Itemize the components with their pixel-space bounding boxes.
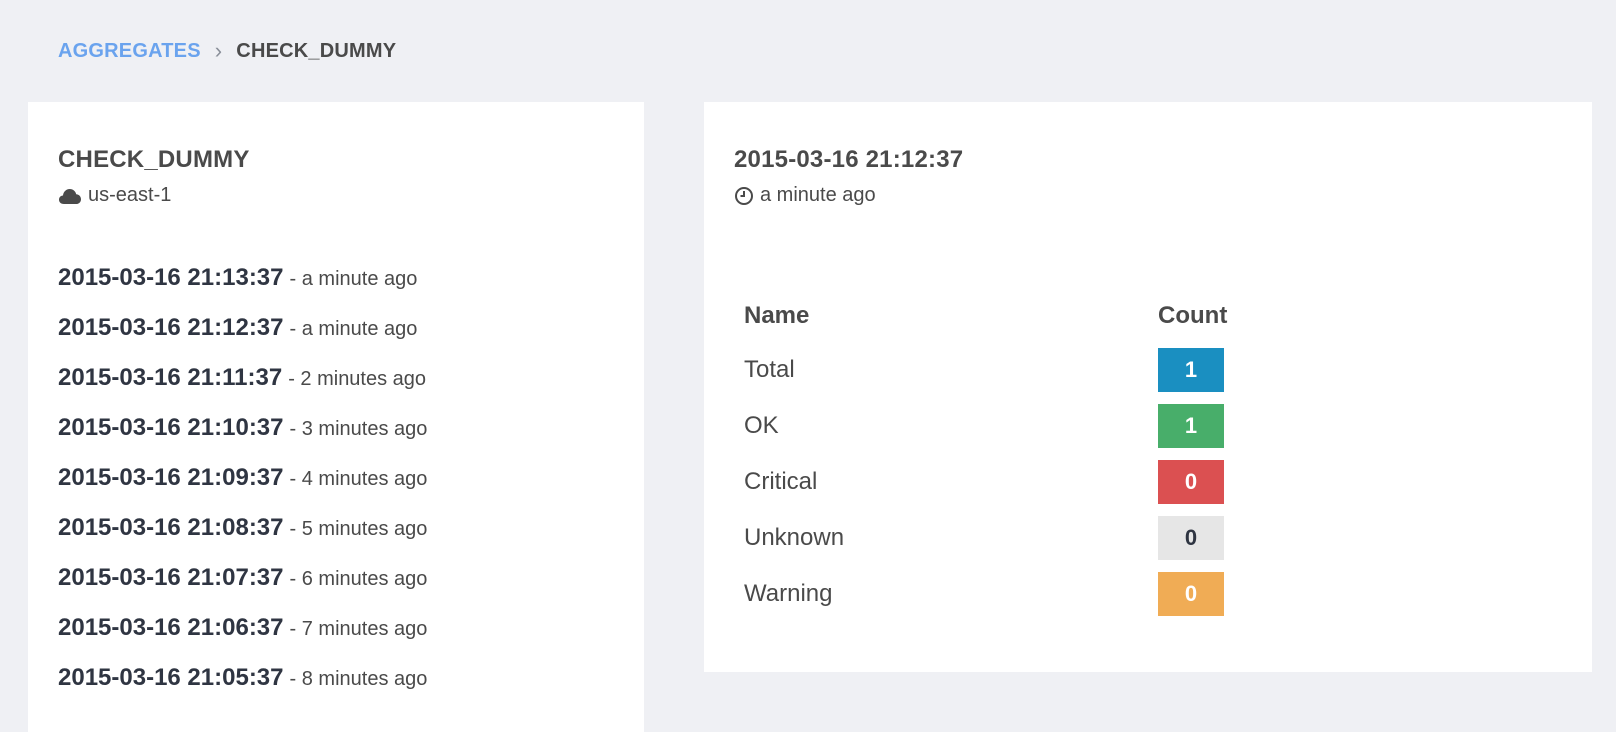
history-timestamp: 2015-03-16 21:12:37 (58, 314, 284, 341)
table-header-row: Name Count (744, 290, 1227, 342)
row-name: Unknown (744, 524, 845, 551)
aggregate-detail-panel: 2015-03-16 21:12:37 a minute ago Name Co… (704, 102, 1592, 672)
history-ago: - 7 minutes ago (289, 618, 428, 640)
history-ago: - 4 minutes ago (289, 468, 428, 490)
row-name: Warning (744, 580, 833, 607)
table-row: Critical 0 (744, 454, 1227, 510)
history-timestamp: 2015-03-16 21:09:37 (58, 464, 284, 491)
history-timestamp: 2015-03-16 21:11:37 (58, 364, 283, 391)
detail-timestamp: 2015-03-16 21:12:37 (734, 146, 964, 173)
history-item[interactable]: 2015-03-16 21:08:37- 5 minutes ago (58, 514, 427, 564)
table-row: Warning 0 (744, 566, 1227, 622)
row-name: OK (744, 412, 779, 439)
table-row: Unknown 0 (744, 510, 1227, 566)
row-name: Critical (744, 468, 818, 495)
column-header-count: Count (1158, 302, 1228, 329)
cloud-icon (58, 187, 82, 205)
breadcrumb-current: CHECK_DUMMY (236, 39, 397, 62)
column-header-name: Name (744, 302, 810, 329)
history-ago: - a minute ago (289, 268, 418, 290)
history-item[interactable]: 2015-03-16 21:07:37- 6 minutes ago (58, 564, 427, 614)
history-ago: - 5 minutes ago (289, 518, 428, 540)
detail-ago-label: a minute ago (760, 184, 876, 206)
history-timestamp: 2015-03-16 21:08:37 (58, 514, 284, 541)
check-history-panel: CHECK_DUMMY us-east-1 2015-03-16 21:13:3… (28, 102, 644, 732)
history-timestamp: 2015-03-16 21:10:37 (58, 414, 284, 441)
check-title: CHECK_DUMMY (58, 146, 250, 173)
count-badge: 0 (1158, 516, 1224, 560)
region-label: us-east-1 (88, 184, 172, 206)
status-count-table: Name Count Total 1 OK 1 Critical 0 Unkno… (744, 290, 1227, 622)
history-timestamp: 2015-03-16 21:06:37 (58, 614, 284, 641)
table-row: Total 1 (744, 342, 1227, 398)
history-timestamp: 2015-03-16 21:05:37 (58, 664, 284, 691)
history-list: 2015-03-16 21:13:37- a minute ago 2015-0… (58, 264, 427, 714)
clock-icon (734, 186, 754, 206)
breadcrumb-link-aggregates[interactable]: AGGREGATES (58, 40, 201, 63)
history-ago: - 8 minutes ago (289, 668, 428, 690)
history-item[interactable]: 2015-03-16 21:09:37- 4 minutes ago (58, 464, 427, 514)
breadcrumb: AGGREGATES › CHECK_DUMMY (58, 38, 396, 64)
chevron-right-icon: › (214, 38, 223, 63)
history-item[interactable]: 2015-03-16 21:11:37- 2 minutes ago (58, 364, 427, 414)
history-timestamp: 2015-03-16 21:07:37 (58, 564, 284, 591)
count-badge: 0 (1158, 572, 1224, 616)
check-region: us-east-1 (58, 184, 171, 207)
history-item[interactable]: 2015-03-16 21:13:37- a minute ago (58, 264, 427, 314)
count-badge: 0 (1158, 460, 1224, 504)
history-ago: - 2 minutes ago (288, 368, 427, 390)
history-ago: - 6 minutes ago (289, 568, 428, 590)
row-name: Total (744, 356, 795, 383)
history-item[interactable]: 2015-03-16 21:12:37- a minute ago (58, 314, 427, 364)
history-item[interactable]: 2015-03-16 21:10:37- 3 minutes ago (58, 414, 427, 464)
history-timestamp: 2015-03-16 21:13:37 (58, 264, 284, 291)
history-item[interactable]: 2015-03-16 21:06:37- 7 minutes ago (58, 614, 427, 664)
history-item[interactable]: 2015-03-16 21:05:37- 8 minutes ago (58, 664, 427, 714)
count-badge: 1 (1158, 404, 1224, 448)
history-ago: - 3 minutes ago (289, 418, 428, 440)
table-row: OK 1 (744, 398, 1227, 454)
detail-ago: a minute ago (734, 184, 876, 207)
history-ago: - a minute ago (289, 318, 418, 340)
count-badge: 1 (1158, 348, 1224, 392)
